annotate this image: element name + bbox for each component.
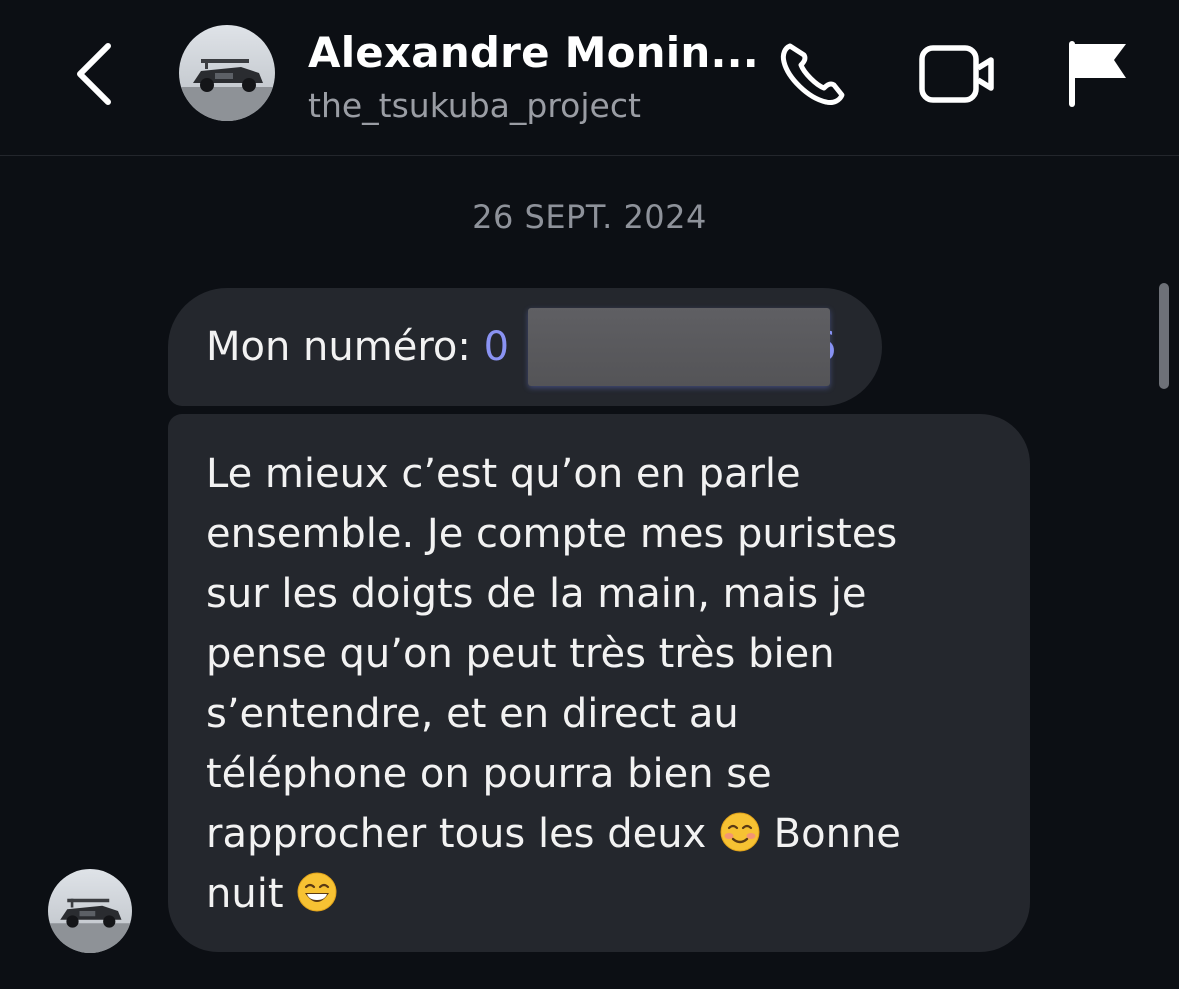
redaction-box (528, 308, 830, 386)
contact-handle[interactable]: the_tsukuba_project (308, 86, 641, 125)
phone-number-start: 0 (483, 324, 510, 370)
phone-icon (780, 43, 845, 105)
message-line: nuit (206, 864, 992, 924)
phone-call-button[interactable] (776, 38, 852, 110)
contact-name[interactable]: Alexandre Monin... (308, 28, 759, 77)
back-button[interactable] (64, 36, 128, 112)
chevron-left-icon (77, 43, 111, 105)
message-line: rapprocher tous les deux Bonne (206, 811, 901, 857)
message-text: Mon numéro: (206, 324, 484, 370)
flag-icon (1069, 41, 1126, 107)
message-line: s’entendre, et en direct au (206, 691, 739, 737)
date-separator: 26 SEPT. 2024 (472, 198, 707, 236)
video-call-button[interactable] (916, 40, 1000, 108)
report-flag-button[interactable] (1064, 38, 1134, 110)
message-line: Le mieux c’est qu’on en parle (206, 451, 801, 497)
video-camera-icon (919, 45, 994, 103)
chat-screen: Alexandre Monin... the_tsukuba_project 2… (0, 0, 1179, 989)
message-line: téléphone on pourra bien se (206, 751, 772, 797)
car-photo (179, 25, 275, 121)
message-line: ensemble. Je compte mes puristes (206, 511, 898, 557)
car-photo (48, 869, 132, 953)
sender-avatar[interactable] (48, 869, 132, 953)
message-line: pense qu’on peut très très bien (206, 631, 835, 677)
scrollbar-thumb[interactable] (1159, 283, 1169, 389)
message-line: sur les doigts de la main, mais je (206, 571, 867, 617)
message-bubble-phone[interactable]: Mon numéro: 06 (168, 288, 882, 406)
chat-header: Alexandre Monin... the_tsukuba_project (0, 0, 1179, 156)
smiling-face-icon (720, 812, 760, 852)
message-bubble-text[interactable]: Le mieux c’est qu’on en parle ensemble. … (168, 414, 1030, 952)
grinning-face-icon (297, 872, 337, 912)
contact-avatar[interactable] (179, 25, 275, 121)
